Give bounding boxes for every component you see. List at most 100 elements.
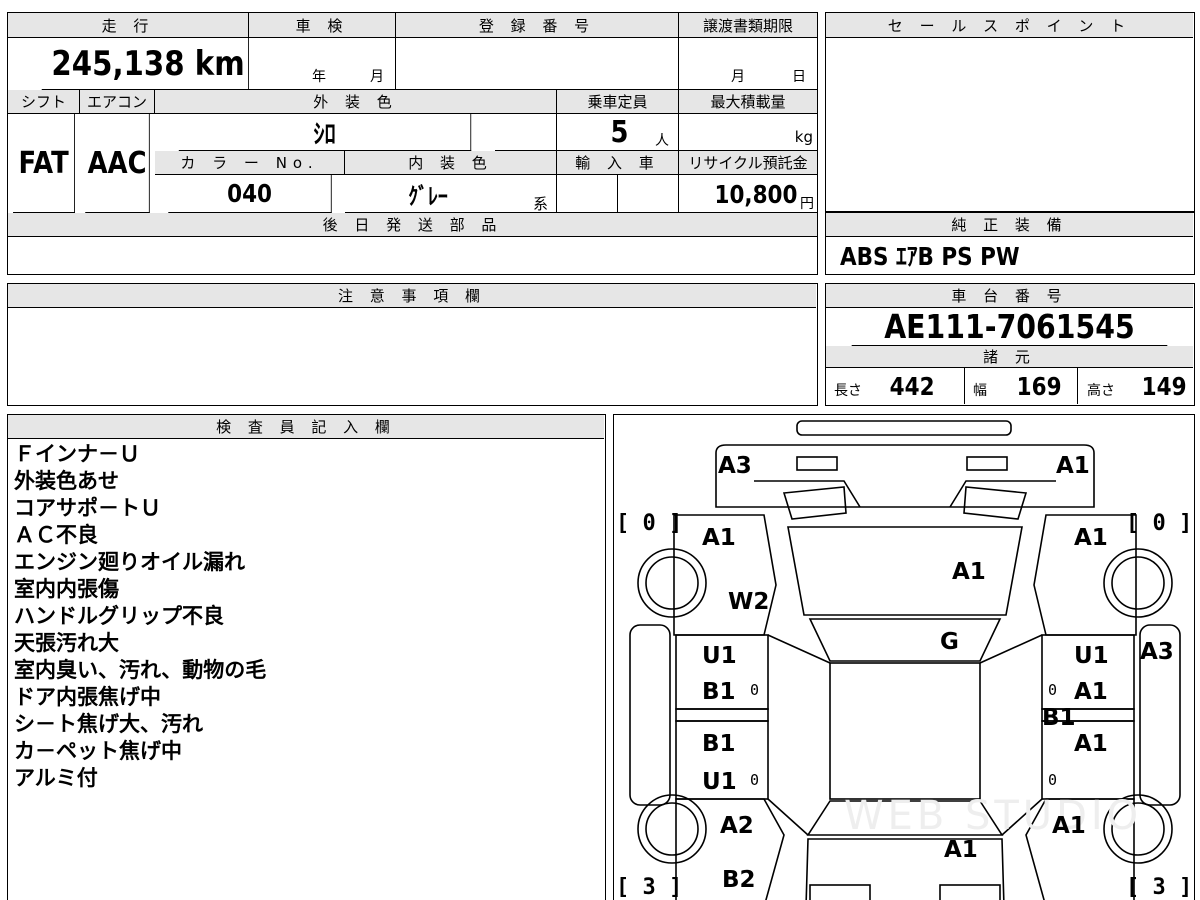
note-line: カ－ペット焦げ中 [14,739,182,763]
transfer-deadline-header: 譲渡書類期限 [679,13,817,38]
damage-right-front-door-2: A1 [1074,679,1108,705]
later-parts-header: 後 日 発 送 部 品 [8,213,817,237]
exterior-color-header: 外 装 色 [155,90,557,114]
recycle-fee-value-cell: 10,800 円 [679,175,817,213]
inspector-notes-list: Ｆインナ－Ｕ 外装色あせ コアサポ－トＵ ＡＣ不良 エンジン廻りオイル漏れ 室内… [14,441,266,792]
damage-left-rear-door-1: B1 [702,731,736,757]
inspection-value: 年 月 [249,38,396,90]
exterior-color-value: ｼﾛ [178,114,472,151]
recycle-fee-header: リサイクル預託金 [679,151,817,175]
recycle-fee-unit: 円 [800,196,814,212]
note-line: 外装色あせ [14,469,119,493]
note-line: 天張汚れ大 [14,631,119,655]
caution-box: 注 意 事 項 欄 [7,283,818,406]
damage-trunk: A1 [944,837,978,863]
capacity-unit: 人 [655,133,669,149]
caution-header: 注 意 事 項 欄 [8,284,816,308]
transfer-day-label: 日 [792,69,806,85]
zero-mark: 0 [1048,771,1058,789]
capacity-value-cell: 5 人 [557,114,679,151]
interior-color-header: 内 装 色 [345,151,557,175]
standard-equipment-header: 純 正 装 備 [826,213,1193,237]
standard-equipment-box: 純 正 装 備 ABS ｴｱB PS PW [825,212,1195,275]
sales-point-box: セ ー ル ス ポ イ ン ト [825,12,1195,212]
note-line: ハンドルグリップ不良 [14,604,224,628]
inspector-notes-box: 検 査 員 記 入 欄 Ｆインナ－Ｕ 外装色あせ コアサポ－トＵ ＡＣ不良 エン… [7,414,606,900]
damage-left-front-door-1: U1 [702,643,737,669]
width-label: 幅 [973,383,987,399]
chassis-box: 車 台 番 号 AE111-7061545 諸 元 長さ 442 幅 169 高… [825,283,1195,406]
chassis-header: 車 台 番 号 [826,284,1193,308]
ac-header: エアコン [80,90,155,114]
damage-left-quarter: A2 [720,813,754,839]
note-line: 室内臭い、汚れ、動物の毛 [14,658,267,682]
damage-rear-left: B2 [722,867,756,893]
interior-color-value-cell: ｸﾞﾚｰ 系 [345,175,557,213]
watermark: WEB STUDIO [844,793,1143,839]
damage-right-pillar: B1 [1042,705,1076,731]
note-line: ＡＣ不良 [14,523,98,547]
inspection-year-label: 年 [312,69,326,85]
damage-right-side: A3 [1140,639,1174,665]
inspection-month-label: 月 [370,69,384,85]
tire-rear-left: [ 3 ] [616,875,683,900]
max-load-unit: kg [794,128,813,146]
height-cell: 高さ 149 [1078,368,1193,404]
mileage-header: 走 行 [8,13,249,38]
damage-left-rear-door-2: U1 [702,769,737,795]
transfer-month-label: 月 [731,69,745,85]
damage-front-left-corner: A3 [718,453,752,479]
later-parts-value [8,237,817,273]
shift-value: FAT [13,114,75,213]
damage-left-front-door-2: B1 [702,679,736,705]
damage-right-front-door-1: U1 [1074,643,1109,669]
inspector-notes-header: 検 査 員 記 入 欄 [8,415,604,439]
mileage-value: 245,138 km [41,38,249,90]
specs-header: 諸 元 [826,346,1193,368]
transfer-deadline-value: 月 日 [679,38,817,90]
damage-right-quarter: A1 [1052,813,1086,839]
width-value: 169 [1016,371,1062,401]
length-label: 長さ [834,383,862,399]
zero-mark: 0 [750,681,760,699]
vehicle-summary: 走 行 車 検 登 録 番 号 譲渡書類期限 245,138 km 年 月 月 … [7,12,818,275]
max-load-header: 最大積載量 [679,90,817,114]
import-value-1 [557,175,618,213]
interior-color-value: ｸﾞﾚｰ [408,184,448,210]
max-load-value-cell: kg [679,114,817,151]
shift-header: シフト [8,90,80,114]
tire-front-left: [ 0 ] [616,511,683,536]
ac-value: AAC [85,114,150,213]
width-cell: 幅 169 [965,368,1078,404]
tire-rear-right: [ 3 ] [1126,875,1193,900]
sales-point-header: セ ー ル ス ポ イ ン ト [826,13,1193,38]
capacity-header: 乗車定員 [557,90,679,114]
note-line: エンジン廻りオイル漏れ [14,550,245,574]
recycle-fee-value: 10,800 [714,179,797,209]
note-line: ドア内張焦げ中 [14,685,161,709]
damage-right-fender: A1 [1074,525,1108,551]
zero-mark: 0 [750,771,760,789]
capacity-value: 5 [610,115,629,150]
color-no-header: カ ラ ー No. [155,151,345,175]
damage-windshield: G [940,629,959,655]
note-line: シ－ト焦げ大、汚れ [14,712,203,736]
car-damage-diagram: WEB STUDIO A3 A1 A1 A1 A1 W2 G U1 B1 U1 … [613,414,1195,900]
note-line: 室内内張傷 [14,577,119,601]
registration-value [396,38,679,90]
exterior-color-extra [495,114,557,151]
note-line: アルミ付 [14,766,98,790]
height-value: 149 [1141,371,1187,401]
zero-mark: 0 [1048,681,1058,699]
tire-front-right: [ 0 ] [1126,511,1193,536]
note-line: Ｆインナ－Ｕ [14,442,140,466]
registration-header: 登 録 番 号 [396,13,679,38]
interior-color-suffix: 系 [533,195,549,213]
note-line: コアサポ－トＵ [14,496,161,520]
damage-front-right-corner: A1 [1056,453,1090,479]
damage-left-windshield: W2 [728,589,770,615]
damage-hood: A1 [952,559,986,585]
length-value: 442 [889,371,935,401]
damage-right-rear-door: A1 [1074,731,1108,757]
import-value-2 [618,175,679,213]
